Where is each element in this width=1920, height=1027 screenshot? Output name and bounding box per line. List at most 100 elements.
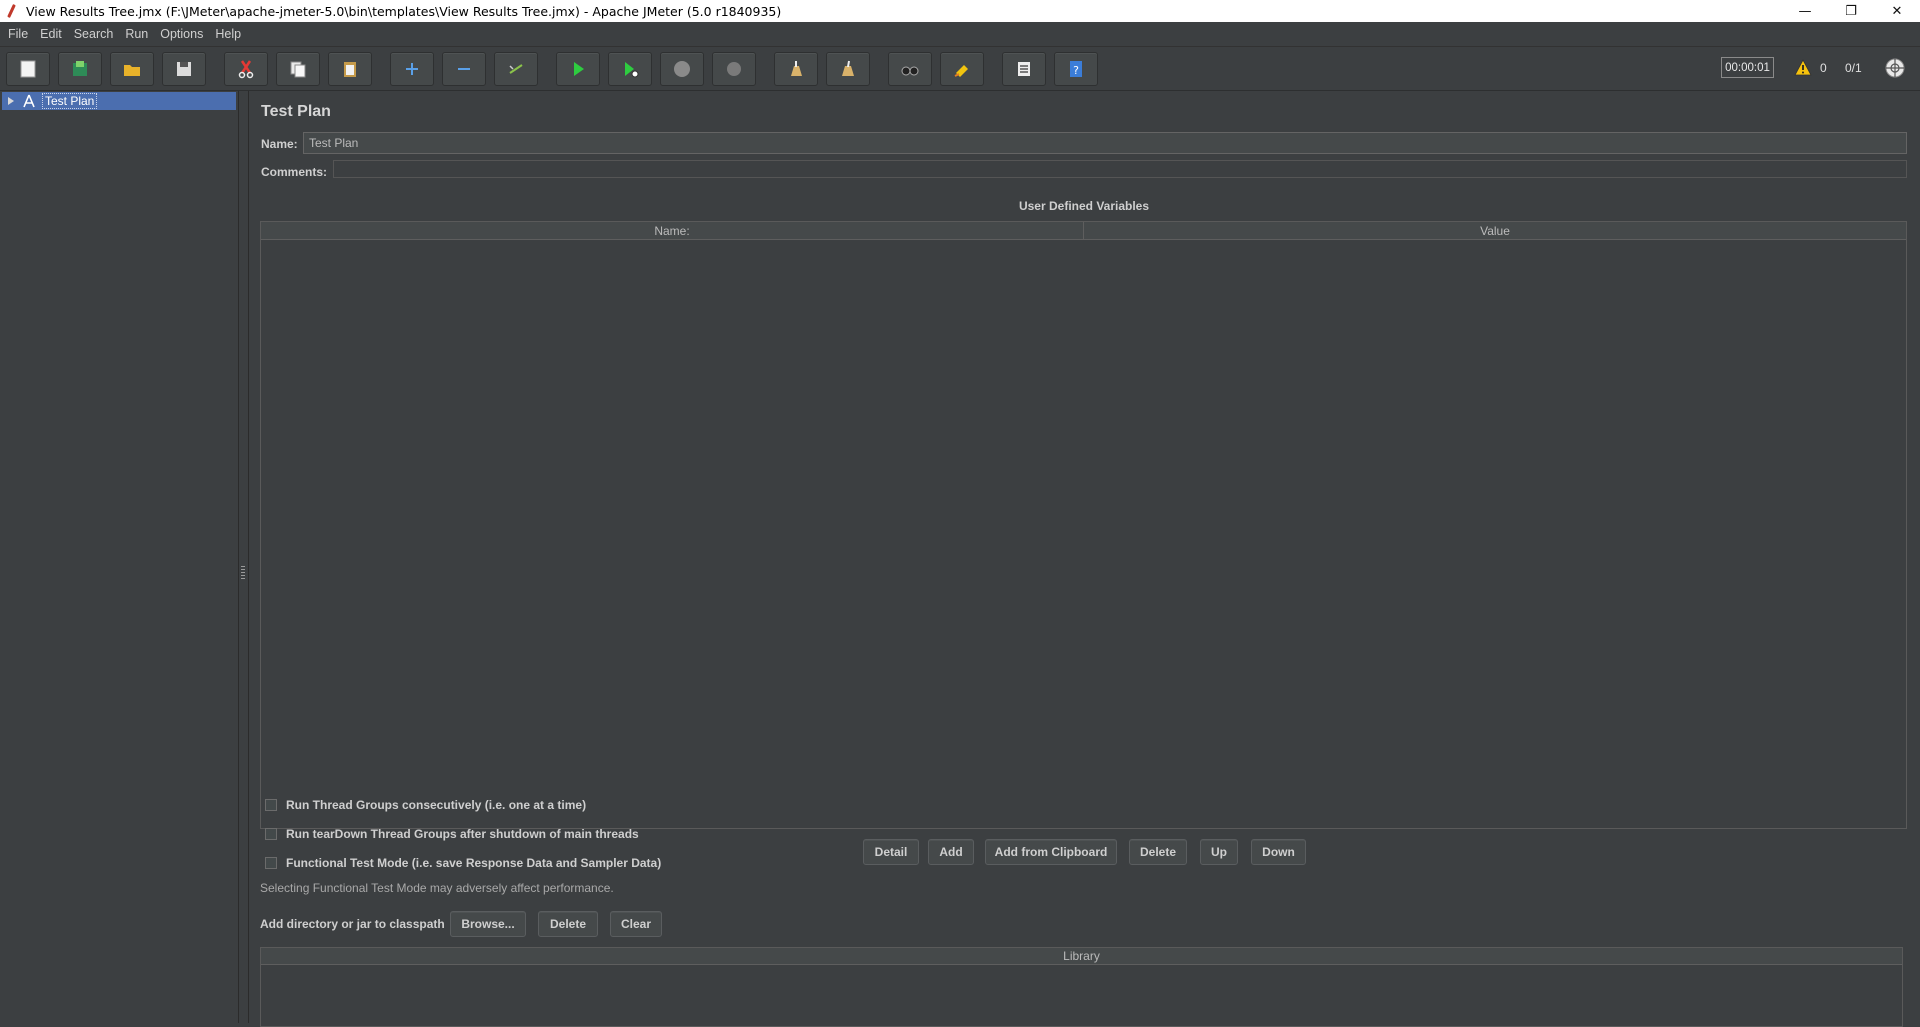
- collapse-button[interactable]: [442, 52, 486, 86]
- user-defined-variables-title: User Defined Variables: [1018, 199, 1150, 213]
- binoculars-icon: [901, 66, 919, 76]
- start-button[interactable]: [556, 52, 600, 86]
- menu-edit[interactable]: Edit: [34, 27, 68, 41]
- option-functional-test-mode[interactable]: Functional Test Mode (i.e. save Response…: [265, 856, 661, 870]
- svg-text:?: ?: [1073, 64, 1079, 77]
- shutdown-button[interactable]: [712, 52, 756, 86]
- option-run-consecutively[interactable]: Run Thread Groups consecutively (i.e. on…: [265, 798, 586, 812]
- stop-button[interactable]: [660, 52, 704, 86]
- minus-icon: [458, 68, 470, 70]
- page-title: Test Plan: [261, 103, 331, 120]
- menu-bar: File Edit Search Run Options Help: [0, 22, 1920, 47]
- delete-button[interactable]: Delete: [1129, 839, 1187, 865]
- classpath-label: Add directory or jar to classpath: [260, 917, 445, 931]
- add-from-clipboard-button[interactable]: Add from Clipboard: [985, 839, 1117, 865]
- tree-node-label: Test Plan: [42, 93, 98, 109]
- elapsed-time: 00:00:01: [1721, 57, 1774, 78]
- error-count: 0: [1820, 61, 1827, 75]
- save-icon: [177, 62, 191, 76]
- play-icon: [574, 62, 584, 76]
- column-value[interactable]: Value: [1084, 222, 1906, 239]
- reset-search-button[interactable]: [940, 52, 984, 86]
- clipboard-icon: [344, 62, 356, 77]
- checkbox[interactable]: [265, 857, 277, 869]
- option-label: Functional Test Mode (i.e. save Response…: [286, 856, 662, 870]
- window-title: View Results Tree.jmx (F:\JMeter\apache-…: [26, 3, 782, 19]
- templates-icon: [73, 61, 87, 76]
- help-button[interactable]: ?: [1054, 52, 1098, 86]
- menu-help[interactable]: Help: [209, 27, 247, 41]
- expand-button[interactable]: [390, 52, 434, 86]
- test-plan-editor: Test Plan Name: Comments: User Defined V…: [248, 91, 1920, 1027]
- test-tree-panel: Test Plan: [0, 91, 239, 1023]
- start-no-pauses-button[interactable]: [608, 52, 652, 86]
- play-no-timers-icon: [625, 62, 639, 78]
- copy-icon: [290, 61, 306, 78]
- divider-grip[interactable]: [241, 566, 245, 580]
- checkbox[interactable]: [265, 799, 277, 811]
- warning-icon[interactable]: [1794, 59, 1812, 77]
- name-label: Name:: [261, 137, 298, 151]
- menu-options[interactable]: Options: [154, 27, 209, 41]
- user-defined-variables-table[interactable]: Name: Value: [260, 221, 1907, 829]
- option-run-teardown[interactable]: Run tearDown Thread Groups after shutdow…: [265, 827, 639, 841]
- search-button[interactable]: [888, 52, 932, 86]
- remote-globe-icon[interactable]: [1884, 57, 1906, 79]
- toolbar: ? 00:00:01 0 0/1: [0, 47, 1920, 91]
- copy-button[interactable]: [276, 52, 320, 86]
- new-button[interactable]: [6, 52, 50, 86]
- comments-label: Comments:: [261, 165, 328, 179]
- clear-all-button[interactable]: [826, 52, 870, 86]
- functional-mode-note: Selecting Functional Test Mode may adver…: [260, 881, 614, 895]
- option-label: Run Thread Groups consecutively (i.e. on…: [286, 798, 587, 812]
- stop-icon: [674, 61, 690, 77]
- detail-button[interactable]: Detail: [863, 839, 919, 865]
- menu-search[interactable]: Search: [68, 27, 120, 41]
- classpath-delete-button[interactable]: Delete: [538, 911, 598, 937]
- title-bar: View Results Tree.jmx (F:\JMeter\apache-…: [0, 0, 1920, 22]
- restore-button[interactable]: ❐: [1828, 0, 1874, 22]
- name-input[interactable]: [303, 132, 1907, 154]
- templates-button[interactable]: [58, 52, 102, 86]
- toggle-wand-icon: [509, 64, 523, 74]
- up-button[interactable]: Up: [1200, 839, 1238, 865]
- open-button[interactable]: [110, 52, 154, 86]
- jmeter-feather-icon: [4, 3, 20, 19]
- classpath-library-table[interactable]: Library: [260, 947, 1903, 1027]
- table-header: Name: Value: [261, 222, 1906, 240]
- shutdown-icon: [727, 62, 741, 76]
- function-helper-button[interactable]: [1002, 52, 1046, 86]
- comments-input[interactable]: [333, 160, 1907, 178]
- active-threads: 0/1: [1845, 61, 1862, 75]
- new-file-icon: [20, 60, 36, 78]
- tree-node-test-plan[interactable]: Test Plan: [2, 92, 236, 110]
- split-pane-divider[interactable]: [239, 91, 247, 1023]
- clear-button[interactable]: [774, 52, 818, 86]
- broom-all-icon: [842, 60, 854, 76]
- cut-button[interactable]: [224, 52, 268, 86]
- test-plan-icon: [23, 94, 35, 108]
- browse-button[interactable]: Browse...: [450, 911, 526, 937]
- option-label: Run tearDown Thread Groups after shutdow…: [286, 827, 639, 841]
- add-button[interactable]: Add: [928, 839, 974, 865]
- close-button[interactable]: ✕: [1874, 0, 1920, 22]
- plus-icon: [406, 63, 418, 75]
- column-library[interactable]: Library: [261, 948, 1902, 965]
- toggle-button[interactable]: [494, 52, 538, 86]
- down-button[interactable]: Down: [1251, 839, 1306, 865]
- help-book-icon: ?: [1070, 61, 1082, 77]
- paste-button[interactable]: [328, 52, 372, 86]
- open-folder-icon: [124, 65, 140, 76]
- reset-search-icon: [954, 65, 968, 77]
- column-name[interactable]: Name:: [261, 222, 1084, 239]
- checkbox[interactable]: [265, 828, 277, 840]
- list-icon: [1018, 62, 1030, 76]
- minimize-button[interactable]: —: [1782, 0, 1828, 22]
- save-button[interactable]: [162, 52, 206, 86]
- scissors-icon: [238, 60, 254, 79]
- expand-arrow-icon[interactable]: [6, 96, 16, 106]
- broom-icon: [791, 61, 802, 76]
- menu-run[interactable]: Run: [119, 27, 154, 41]
- classpath-clear-button[interactable]: Clear: [610, 911, 662, 937]
- menu-file[interactable]: File: [2, 27, 34, 41]
